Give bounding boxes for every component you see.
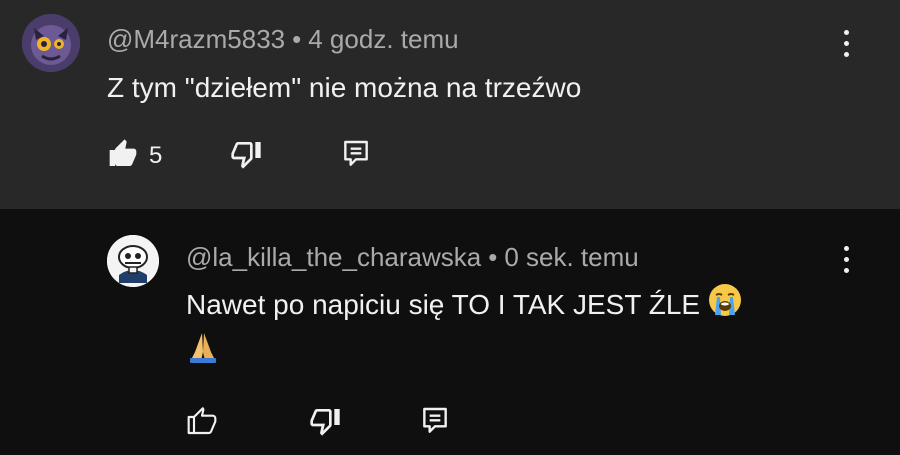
avatar[interactable] (107, 235, 159, 287)
reply-icon (423, 407, 447, 433)
comment-body: Z tym "dziełem" nie można na trzeźwo (107, 72, 582, 103)
reply-button[interactable] (340, 138, 374, 172)
dislike-button[interactable] (230, 138, 264, 172)
comment: @M4razm5833 • 4 godz. temu Z tym "dziełem"… (0, 0, 900, 209)
folded-hands-emoji (186, 330, 220, 377)
avatar[interactable] (22, 14, 80, 72)
comment-time[interactable]: 0 sek. temu (504, 242, 638, 272)
comment-text: Z tym "dziełem" nie można na trzeźwo (107, 66, 581, 110)
author-name[interactable]: @la_killa_the_charawska (186, 242, 481, 272)
more-vert-icon[interactable] (836, 27, 856, 63)
comment-reply: @la_killa_the_charawska • 0 sek. temu Nawe… (0, 209, 900, 455)
comment-text: Nawet po napiciu się TO I TAK JEST ŹLE (186, 283, 742, 377)
thumbs-up-icon (109, 139, 137, 166)
reply-button[interactable] (419, 405, 453, 439)
thumbs-down-icon (310, 409, 340, 436)
meta-separator: • (292, 24, 302, 54)
thumbs-down-icon (231, 142, 261, 169)
dislike-button[interactable] (309, 405, 343, 439)
more-vert-icon[interactable] (836, 243, 856, 279)
comment-body-line2 (186, 330, 742, 377)
like-count: 5 (149, 142, 163, 169)
thumbs-up-icon (187, 407, 217, 435)
comment-meta: @la_killa_the_charawska • 0 sek. temu (186, 242, 639, 273)
like-button[interactable] (186, 405, 220, 439)
comment-body: Nawet po napiciu się TO I TAK JEST ŹLE (186, 289, 701, 320)
author-name[interactable]: @M4razm5833 (107, 24, 285, 54)
comment-meta: @M4razm5833 • 4 godz. temu (107, 24, 459, 55)
loudly-crying-face-emoji (708, 283, 742, 330)
reply-icon (344, 140, 368, 166)
like-button[interactable] (107, 138, 141, 172)
comment-time[interactable]: 4 godz. temu (308, 24, 458, 54)
meta-separator: • (488, 242, 498, 272)
